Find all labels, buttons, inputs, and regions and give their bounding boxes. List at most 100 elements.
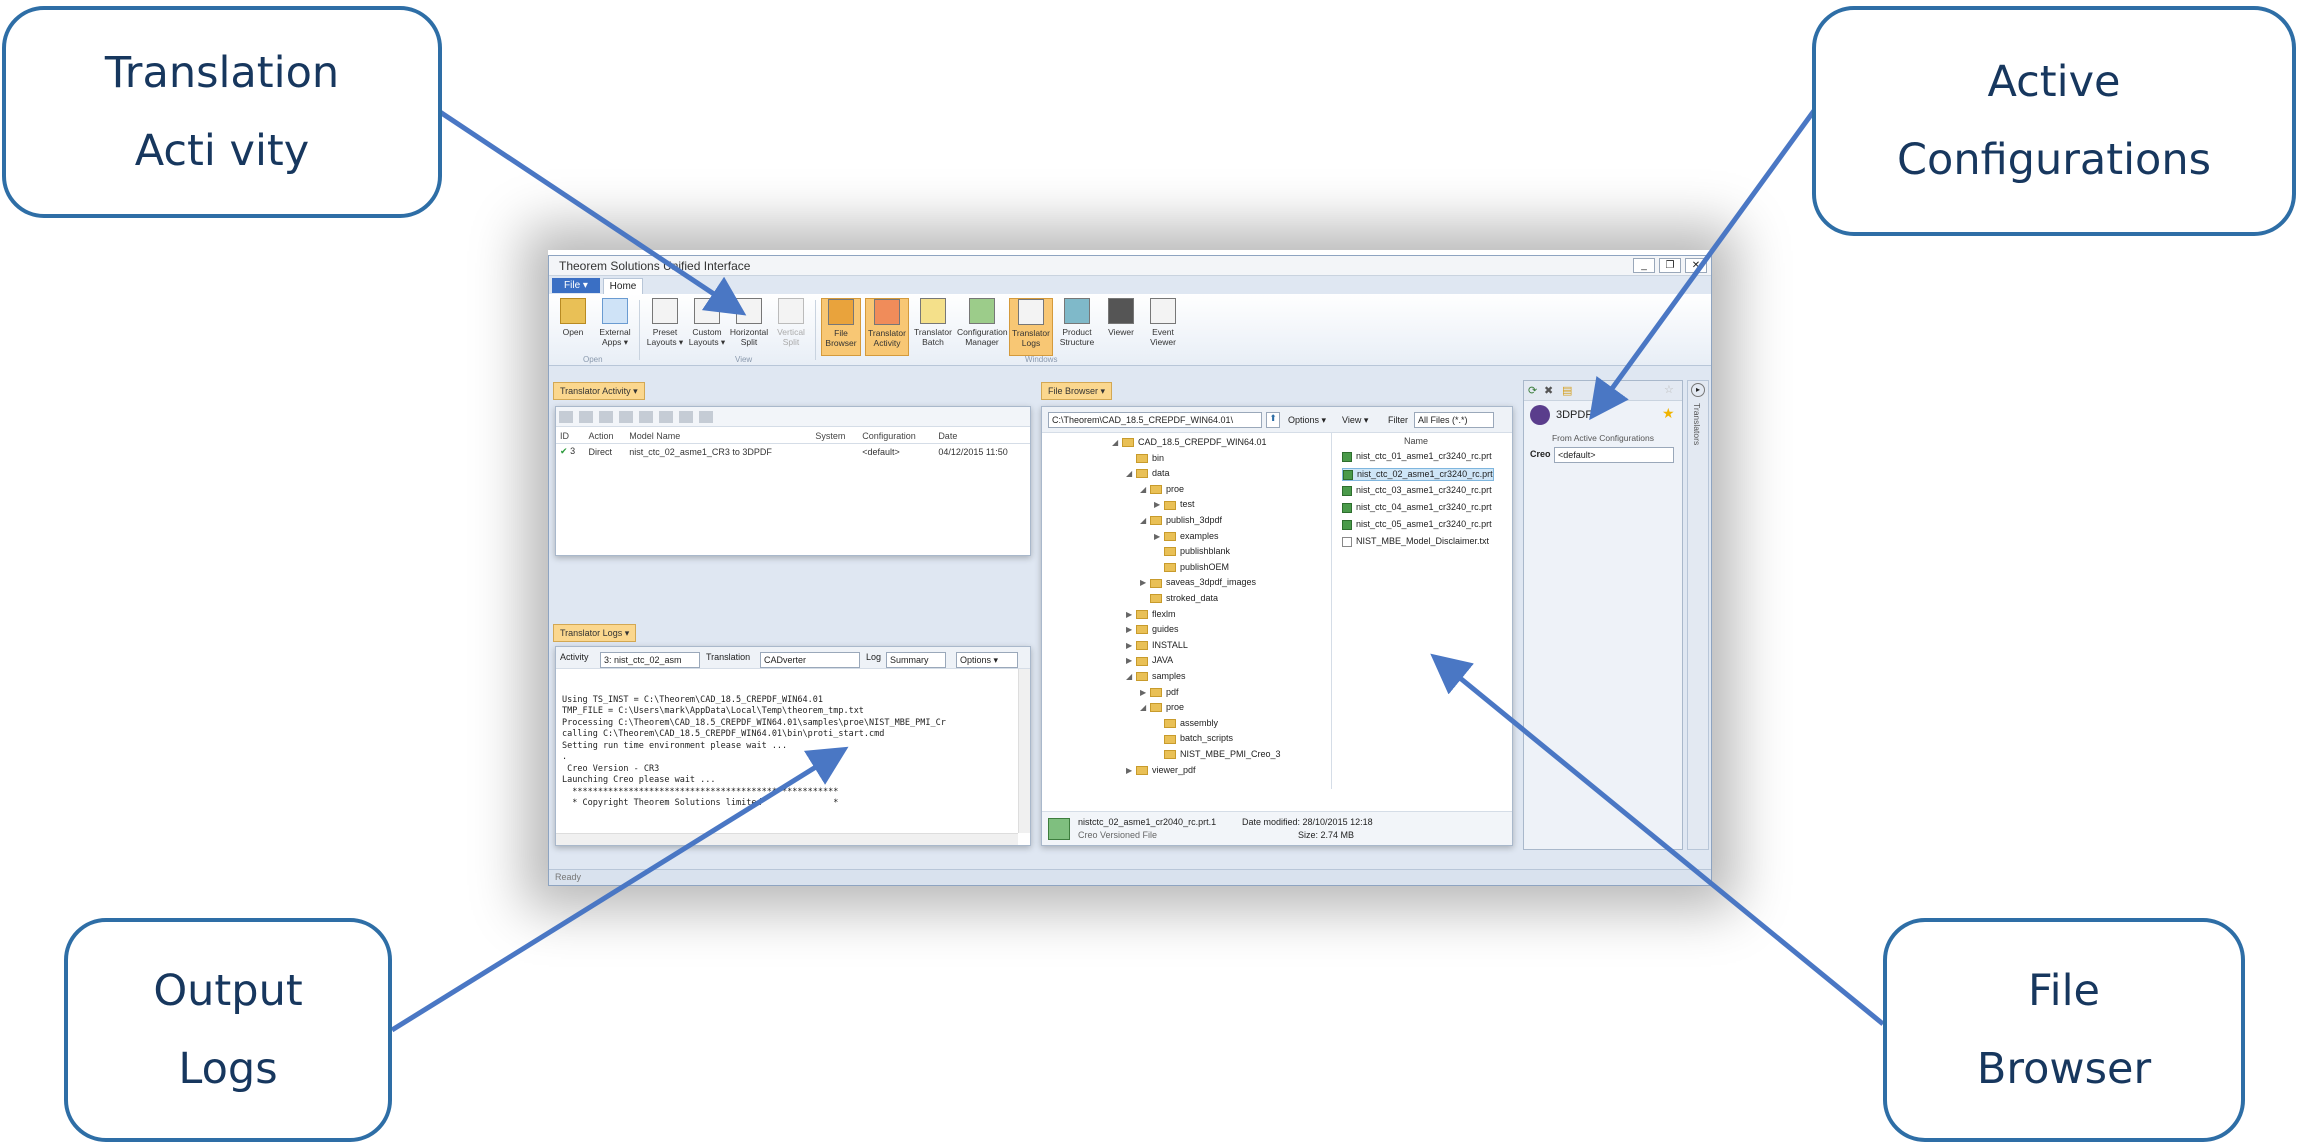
table-row[interactable]: ✔ 3 Direct nist_ctc_02_asme1_CR3 to 3DPD… (556, 444, 1030, 460)
tree-folder[interactable]: ◢ proe (1140, 702, 1184, 713)
tree-folder[interactable]: NIST_MBE_PMI_Creo_3 (1154, 749, 1281, 760)
list-item[interactable]: nist_ctc_05_asme1_cr3240_rc.prt (1342, 519, 1492, 530)
log-select[interactable]: Summary (886, 652, 946, 668)
path-input[interactable]: C:\Theorem\CAD_18.5_CREPDF_WIN64.01\ (1048, 412, 1262, 428)
expander-icon[interactable]: ◢ (1140, 485, 1150, 494)
preset-layouts-button[interactable]: Preset Layouts ▾ (645, 298, 685, 356)
tree-folder[interactable]: ▶ guides (1126, 624, 1179, 635)
save-icon[interactable] (599, 411, 613, 423)
tree-folder[interactable]: ◢ proe (1140, 484, 1184, 494)
list-item[interactable]: nist_ctc_02_asme1_cr3240_rc.prt (1342, 468, 1494, 481)
tree-folder[interactable]: ◢ samples (1126, 671, 1186, 682)
horizontal-split-button[interactable]: Horizontal Split (729, 298, 769, 356)
tree-folder[interactable]: assembly (1154, 718, 1218, 728)
edit-icon[interactable] (699, 411, 713, 423)
record-icon[interactable] (639, 411, 653, 423)
tree-folder[interactable]: ▶ examples (1154, 531, 1219, 541)
maximize-button[interactable]: ❐ (1659, 258, 1681, 273)
translator-batch-button[interactable]: Translator Batch (911, 298, 955, 356)
tree-folder[interactable]: publishOEM (1154, 562, 1229, 572)
list-item[interactable]: NIST_MBE_Model_Disclaimer.txt (1342, 536, 1489, 547)
creo-config-select[interactable]: <default> (1554, 447, 1674, 463)
expander-icon[interactable]: ▶ (1126, 641, 1136, 650)
translators-side-tab[interactable]: ▸ Translators (1687, 380, 1709, 850)
expander-icon[interactable]: ▶ (1140, 578, 1150, 587)
tree-folder[interactable]: ▶ JAVA (1126, 655, 1173, 666)
list-item[interactable]: nist_ctc_04_asme1_cr3240_rc.prt (1342, 502, 1492, 513)
minimize-button[interactable]: _ (1633, 258, 1655, 273)
options-menu[interactable]: Options ▾ (1288, 415, 1326, 426)
tree-folder[interactable]: ▶ flexlm (1126, 609, 1176, 619)
expander-icon[interactable]: ▶ (1126, 610, 1136, 619)
tree-folder[interactable]: ▶ pdf (1140, 687, 1179, 697)
view-menu[interactable]: View ▾ (1342, 415, 1368, 426)
custom-layouts-button[interactable]: Custom Layouts ▾ (687, 298, 727, 356)
tree-folder[interactable]: ◢ data (1126, 468, 1170, 479)
up-folder-icon[interactable]: ⬆ (1266, 412, 1280, 428)
expander-icon[interactable]: ▶ (1154, 532, 1164, 541)
filter-select[interactable]: All Files (*.*) (1414, 412, 1494, 428)
star-icon[interactable]: ★ (1662, 405, 1675, 422)
expander-icon[interactable]: ▶ (1126, 656, 1136, 665)
tree-folder[interactable]: batch_scripts (1154, 733, 1233, 744)
refresh-icon[interactable]: ⟳ (1528, 384, 1537, 397)
expander-icon[interactable]: ▶ (1126, 766, 1136, 775)
tree-folder[interactable]: ▶ viewer_pdf (1126, 765, 1196, 775)
tree-folder[interactable]: bin (1126, 453, 1164, 463)
refresh-icon[interactable] (559, 411, 573, 423)
tree-folder[interactable]: stroked_data (1140, 593, 1218, 604)
file-menu-tab[interactable]: File ▾ (552, 278, 600, 293)
external-apps-button[interactable]: External Apps ▾ (595, 298, 635, 356)
tree-folder[interactable]: ◢ publish_3dpdf (1140, 515, 1222, 526)
collapse-icon[interactable]: ▸ (1691, 383, 1705, 397)
tree-folder[interactable]: ▶ INSTALL (1126, 640, 1188, 650)
delete-icon[interactable] (619, 411, 633, 423)
log-vertical-scrollbar[interactable] (1018, 669, 1030, 833)
close-button[interactable]: ✕ (1685, 258, 1707, 273)
name-column-header[interactable]: Name (1404, 436, 1428, 446)
run-icon[interactable] (579, 411, 593, 423)
product-structure-button[interactable]: Product Structure (1055, 298, 1099, 356)
tools-icon[interactable]: ✖ (1544, 384, 1553, 397)
viewer-button[interactable]: Viewer (1101, 298, 1141, 356)
vertical-split-button[interactable]: Vertical Split (771, 298, 811, 356)
expander-icon[interactable]: ▶ (1154, 500, 1164, 509)
list-item[interactable]: nist_ctc_03_asme1_cr3240_rc.prt (1342, 485, 1492, 496)
folder-icon[interactable]: ▤ (1562, 384, 1572, 397)
translator-logs-tab[interactable]: Translator Logs ▾ (553, 624, 637, 642)
list-item[interactable]: nist_ctc_01_asme1_cr3240_rc.prt (1342, 451, 1492, 462)
column-header[interactable]: Date (934, 429, 1030, 444)
expander-icon[interactable]: ▶ (1140, 688, 1150, 697)
expander-icon[interactable]: ◢ (1140, 703, 1150, 712)
favourite-icon[interactable]: ☆ (1664, 383, 1674, 396)
column-header[interactable]: ID (556, 429, 585, 444)
column-header[interactable]: Configuration (858, 429, 935, 444)
column-header[interactable]: System (811, 429, 859, 444)
translator-activity-tab[interactable]: Translator Activity ▾ (553, 382, 645, 400)
cancel-icon[interactable] (679, 411, 693, 423)
file-browser-tab[interactable]: File Browser ▾ (1041, 382, 1113, 400)
open-button[interactable]: Open (553, 298, 593, 356)
translator-logs-button[interactable]: Translator Logs (1009, 298, 1053, 356)
home-tab[interactable]: Home (603, 278, 643, 294)
stop-icon[interactable] (659, 411, 673, 423)
tree-folder[interactable]: ▶ test (1154, 499, 1195, 510)
configuration-manager-button[interactable]: Configuration Manager (957, 298, 1008, 356)
log-options-button[interactable]: Options ▾ (956, 652, 1018, 668)
expander-icon[interactable]: ◢ (1140, 516, 1150, 525)
expander-icon[interactable]: ◢ (1126, 469, 1136, 478)
expander-icon[interactable]: ◢ (1126, 672, 1136, 681)
tree-folder[interactable]: ▶ saveas_3dpdf_images (1140, 577, 1256, 588)
translator-product-row[interactable]: 3DPDF ★ (1528, 405, 1678, 427)
tree-folder[interactable]: ◢ CAD_18.5_CREPDF_WIN64.01 (1112, 437, 1267, 448)
translation-select[interactable]: CADverter (760, 652, 860, 668)
column-header[interactable]: Model Name (625, 429, 812, 444)
expander-icon[interactable]: ◢ (1112, 438, 1122, 447)
translator-activity-button[interactable]: Translator Activity (865, 298, 909, 356)
file-browser-button[interactable]: File Browser (821, 298, 861, 356)
tree-folder[interactable]: publishblank (1154, 546, 1230, 557)
log-horizontal-scrollbar[interactable] (556, 833, 1018, 845)
column-header[interactable]: Action (584, 429, 626, 444)
expander-icon[interactable]: ▶ (1126, 625, 1136, 634)
activity-select[interactable]: 3: nist_ctc_02_asm (600, 652, 700, 668)
